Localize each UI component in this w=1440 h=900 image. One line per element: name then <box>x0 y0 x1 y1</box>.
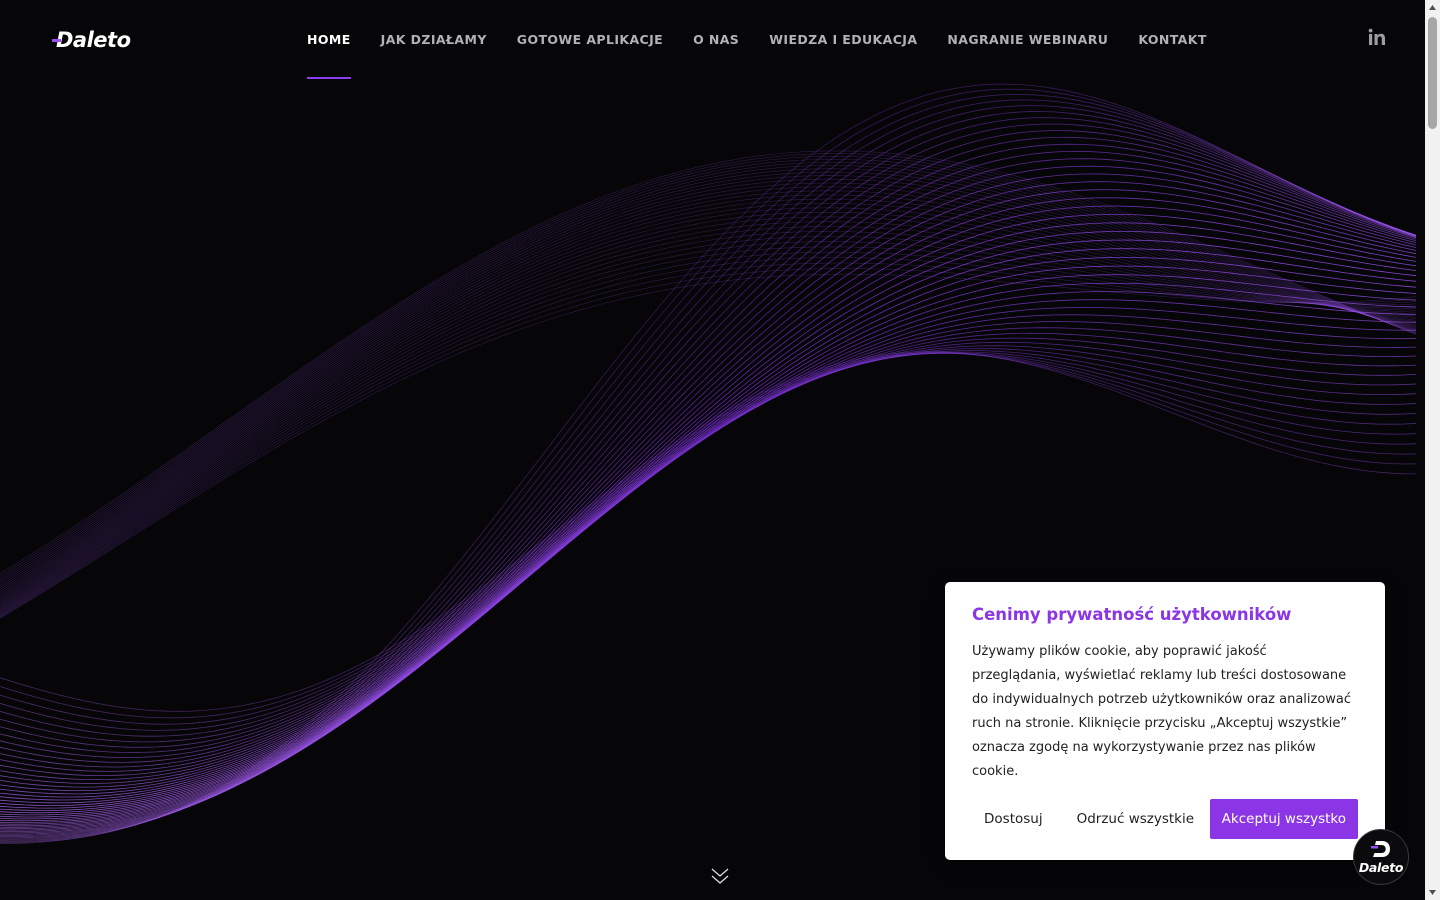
main-nav: HOME JAK DZIAŁAMY GOTOWE APLIKACJE O NAS… <box>292 26 1222 79</box>
cookie-description: Używamy plików cookie, aby poprawić jako… <box>972 644 1352 779</box>
nav-item-o-nas[interactable]: O NAS <box>678 26 754 54</box>
nav-item-label: JAK DZIAŁAMY <box>380 32 487 47</box>
badge-label: Daleto <box>1358 860 1404 875</box>
logo-text: Daleto <box>56 28 131 52</box>
nav-item-label: WIEDZA I EDUKACJA <box>769 32 918 47</box>
scrollbar-thumb[interactable] <box>1428 17 1437 129</box>
nav-item-label: GOTOWE APLIKACJE <box>516 32 664 47</box>
nav-item-gotowe-aplikacje[interactable]: GOTOWE APLIKACJE <box>502 26 678 54</box>
accept-all-button[interactable]: Akceptuj wszystko <box>1209 799 1358 839</box>
nav-item-label: KONTAKT <box>1138 32 1207 47</box>
nav-item-label: HOME <box>307 32 351 47</box>
nav-item-home[interactable]: HOME <box>292 26 366 79</box>
cookie-title: Cenimy prywatność użytkowników <box>972 605 1292 624</box>
cookie-actions: Dostosuj Odrzuć wszystkie Akceptuj wszys… <box>972 799 1358 839</box>
chevron-down-double-icon[interactable] <box>709 866 731 886</box>
daleto-d-icon <box>1371 841 1390 857</box>
nav-item-nagranie-webinaru[interactable]: NAGRANIE WEBINARU <box>932 26 1123 54</box>
nav-item-label: NAGRANIE WEBINARU <box>947 32 1109 47</box>
logo-mark <box>52 39 61 42</box>
nav-item-label: O NAS <box>693 32 740 47</box>
linkedin-icon[interactable] <box>1368 28 1386 46</box>
nav-active-indicator <box>307 77 351 79</box>
nav-item-wiedza-i-edukacja[interactable]: WIEDZA I EDUKACJA <box>754 26 932 54</box>
scroll-down-arrow-icon[interactable] <box>1425 885 1440 900</box>
cookie-consent-dialog: Cenimy prywatność użytkowników Używamy p… <box>945 582 1385 860</box>
nav-item-kontakt[interactable]: KONTAKT <box>1123 26 1221 54</box>
customize-button[interactable]: Dostosuj <box>972 799 1055 839</box>
scroll-up-arrow-icon[interactable] <box>1425 0 1440 15</box>
site-logo[interactable]: Daleto <box>52 28 131 52</box>
nav-item-jak-dzialamy[interactable]: JAK DZIAŁAMY <box>366 26 502 54</box>
reject-all-button[interactable]: Odrzuć wszystkie <box>1064 799 1207 839</box>
cookie-settings-badge[interactable]: Daleto <box>1353 829 1409 885</box>
page-scrollbar[interactable] <box>1425 0 1440 900</box>
